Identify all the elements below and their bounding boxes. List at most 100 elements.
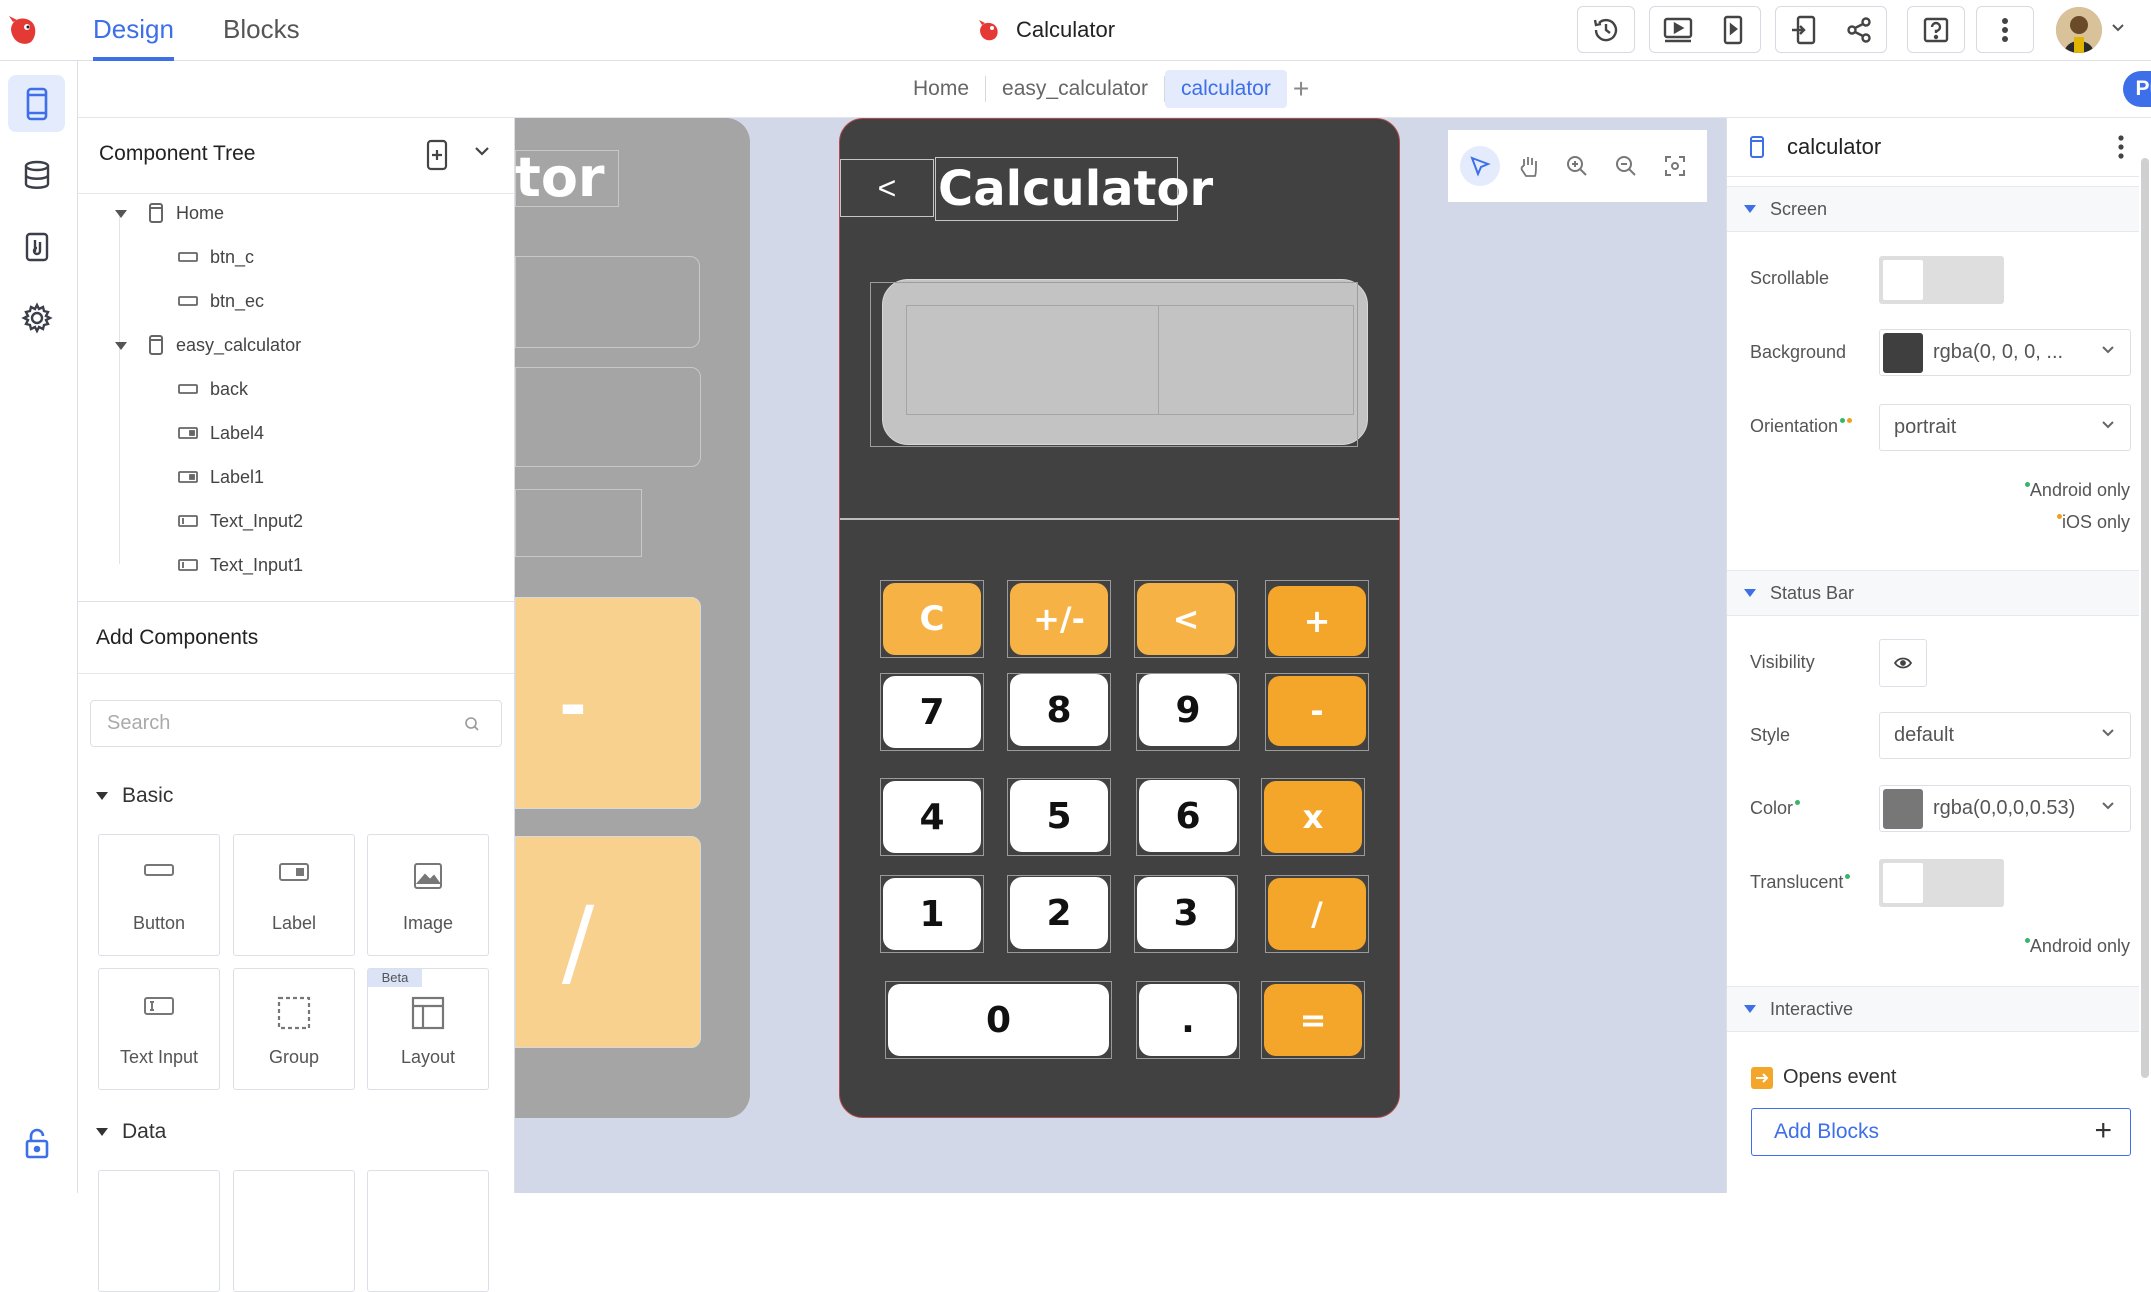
crumb-easy-calculator[interactable]: easy_calculator [986,70,1164,108]
share-icon[interactable] [1831,7,1886,52]
caret-down-icon[interactable] [115,210,127,218]
key-7[interactable]: 7 [883,676,981,748]
android-dot [1795,800,1801,805]
user-avatar[interactable] [2056,7,2102,53]
export-icon[interactable] [1776,7,1831,52]
key-5[interactable]: 5 [1010,780,1108,852]
component-layout[interactable]: Beta Layout [367,968,489,1090]
tree-node-btn-ec[interactable]: btn_ec [178,286,264,316]
component-text-input[interactable]: Text Input [98,968,220,1090]
key-3[interactable]: 3 [1137,877,1235,949]
translucent-toggle[interactable] [1879,859,2004,907]
search-icon[interactable] [464,716,480,732]
color-label: Color [1750,798,1801,819]
crumb-home[interactable]: Home [897,70,985,108]
preview-icon[interactable] [1650,7,1705,52]
component-card[interactable] [233,1170,355,1292]
section-data[interactable]: Data [96,1120,166,1144]
more-vertical-icon[interactable] [2117,134,2125,160]
device-preview-icon[interactable] [1705,7,1760,52]
caret-down-icon[interactable] [115,342,127,350]
calculator-screen[interactable]: < Calculator C +/- < + 7 8 9 - 4 5 6 x 1… [839,118,1400,1118]
component-button[interactable]: Button [98,834,220,956]
scrollable-toggle[interactable] [1879,256,2004,304]
section-basic[interactable]: Basic [96,784,173,808]
top-bar: Design Blocks Calculator [0,0,2151,61]
key-2[interactable]: 2 [1010,877,1108,949]
key-divide[interactable]: / [1268,878,1366,950]
status-color-select[interactable]: rgba(0,0,0,0.53) [1879,785,2131,832]
app-logo-icon[interactable] [5,12,41,48]
key-clear[interactable]: C [883,583,981,655]
key-1[interactable]: 1 [883,878,981,950]
component-image[interactable]: Image [367,834,489,956]
search-input[interactable] [90,700,502,747]
section-status-bar-label: Status Bar [1770,582,1855,603]
section-status-bar[interactable]: Status Bar [1727,570,2139,616]
add-screen-icon[interactable]: + [1293,73,1309,105]
tree-node-label1[interactable]: Label1 [178,462,264,492]
style-select[interactable]: default [1879,712,2131,759]
tree-node-text-input1[interactable]: Text_Input1 [178,550,303,580]
previous-screen-preview[interactable]: tor - / [515,118,750,1118]
key-4[interactable]: 4 [883,781,981,853]
key-decimal[interactable]: . [1139,984,1237,1056]
zoom-out-icon[interactable] [1606,146,1646,186]
event-arrow-icon [1751,1066,1773,1089]
opens-event: Opens event [1751,1066,1896,1089]
zoom-in-icon[interactable] [1557,146,1597,186]
crumb-calculator[interactable]: calculator [1164,70,1287,108]
tab-blocks[interactable]: Blocks [223,0,300,61]
tree-node-home[interactable]: Home [148,198,224,228]
chevron-down-icon[interactable] [474,146,490,158]
key-backspace[interactable]: < [1137,583,1235,655]
background-color-select[interactable]: rgba(0, 0, 0, ... [1879,329,2131,376]
key-plus-minus[interactable]: +/- [1010,583,1108,655]
section-interactive[interactable]: Interactive [1727,986,2139,1032]
key-9[interactable]: 9 [1139,674,1237,746]
key-equals[interactable]: = [1264,984,1362,1056]
component-card[interactable] [98,1170,220,1292]
public-button[interactable]: Public [2123,71,2151,107]
tab-design[interactable]: Design [93,0,174,61]
media-files-icon[interactable] [8,218,65,275]
component-group[interactable]: Group [233,968,355,1090]
component-card[interactable] [367,1170,489,1292]
add-screen-phone-icon[interactable] [426,139,448,171]
component-label[interactable]: Label [233,834,355,956]
tree-node-btn-c[interactable]: btn_c [178,242,254,272]
scrollbar[interactable] [2141,158,2149,1078]
history-icon[interactable] [1578,7,1634,52]
back-button[interactable]: < [840,159,934,217]
tree-node-back[interactable]: back [178,374,248,404]
screens-icon[interactable] [8,75,65,132]
chevron-down-icon[interactable] [2110,22,2126,34]
lock-icon[interactable] [8,1115,65,1172]
add-blocks-button[interactable]: Add Blocks + [1751,1108,2131,1156]
design-canvas[interactable]: tor - / < Calculator C +/- < + 7 8 9 - 4… [515,118,1726,1193]
group-icon [234,995,354,1031]
key-minus[interactable]: - [1268,676,1366,746]
orientation-select[interactable]: portrait [1879,404,2131,451]
ghost-key-minus: - [515,597,701,809]
key-6[interactable]: 6 [1139,780,1237,852]
project-name: Calculator [1016,17,1116,42]
tree-node-label4[interactable]: Label4 [178,418,264,448]
more-vertical-icon[interactable] [1977,7,2033,52]
section-screen[interactable]: Screen [1727,186,2139,232]
key-multiply[interactable]: x [1264,781,1362,853]
settings-gear-icon[interactable] [8,289,65,346]
key-8[interactable]: 8 [1010,674,1108,746]
tree-node-text-input2[interactable]: Text_Input2 [178,506,303,536]
key-plus[interactable]: + [1268,586,1366,656]
database-icon[interactable] [8,146,65,203]
visibility-eye-icon[interactable] [1879,639,1927,687]
tree-guide-line [119,214,120,356]
tree-node-easy-calculator[interactable]: easy_calculator [148,330,301,360]
help-icon[interactable] [1908,7,1964,52]
key-0[interactable]: 0 [888,984,1109,1056]
visibility-label: Visibility [1750,652,1815,672]
select-cursor-icon[interactable] [1460,146,1501,186]
fit-screen-icon[interactable] [1655,146,1695,186]
hand-pan-icon[interactable] [1509,146,1549,186]
